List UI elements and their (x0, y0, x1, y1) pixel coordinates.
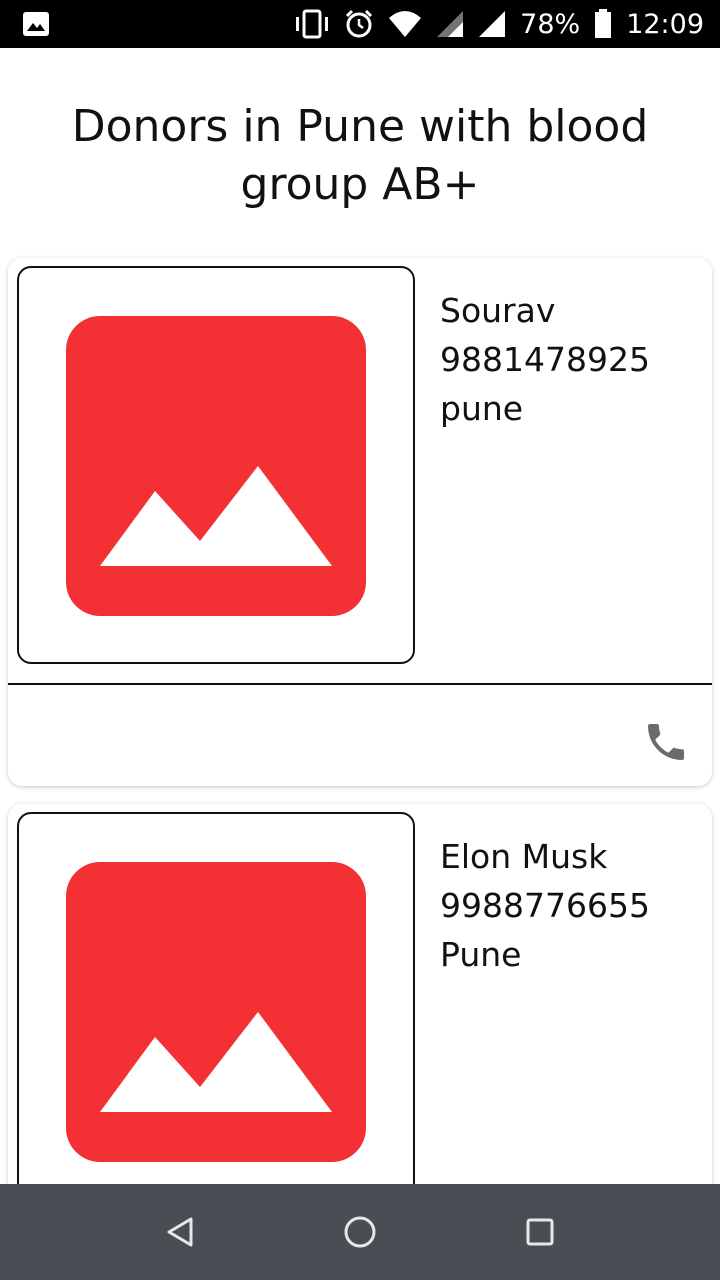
donor-info: Elon Musk 9988776655 Pune (440, 832, 650, 979)
donor-info: Sourav 9881478925 pune (440, 286, 650, 433)
divider (8, 683, 712, 685)
home-icon (344, 1216, 376, 1248)
donor-city: pune (440, 389, 524, 428)
image-icon (23, 12, 49, 36)
donor-photo (17, 266, 415, 664)
donor-phone: 9988776655 (440, 886, 650, 925)
donor-phone: 9881478925 (440, 340, 650, 379)
recents-icon (526, 1218, 554, 1246)
alarm-icon (346, 9, 373, 38)
recents-button[interactable] (516, 1208, 564, 1256)
page-title: Donors in Pune with blood group AB+ (71, 101, 649, 210)
donor-name: Elon Musk (440, 837, 608, 876)
signal-icon (437, 11, 464, 37)
image-placeholder-icon (66, 862, 366, 1162)
navigation-bar (0, 1184, 720, 1280)
donor-card[interactable]: Elon Musk 9988776655 Pune (8, 804, 712, 1224)
battery-percentage: 78% (520, 8, 581, 40)
clock: 12:09 (626, 8, 704, 40)
call-button[interactable] (638, 714, 694, 770)
signal-icon (479, 11, 506, 37)
image-placeholder-icon (66, 316, 366, 616)
phone-icon (648, 724, 684, 760)
vibrate-icon (296, 9, 329, 39)
back-button[interactable] (156, 1208, 204, 1256)
wifi-icon (389, 11, 422, 37)
home-button[interactable] (336, 1208, 384, 1256)
donor-photo (17, 812, 415, 1210)
battery-icon (595, 9, 612, 38)
donor-city: Pune (440, 935, 522, 974)
back-icon (167, 1217, 193, 1247)
donor-name: Sourav (440, 291, 556, 330)
status-bar: 78% 12:09 (0, 0, 720, 48)
donor-card[interactable]: Sourav 9881478925 pune (8, 258, 712, 786)
